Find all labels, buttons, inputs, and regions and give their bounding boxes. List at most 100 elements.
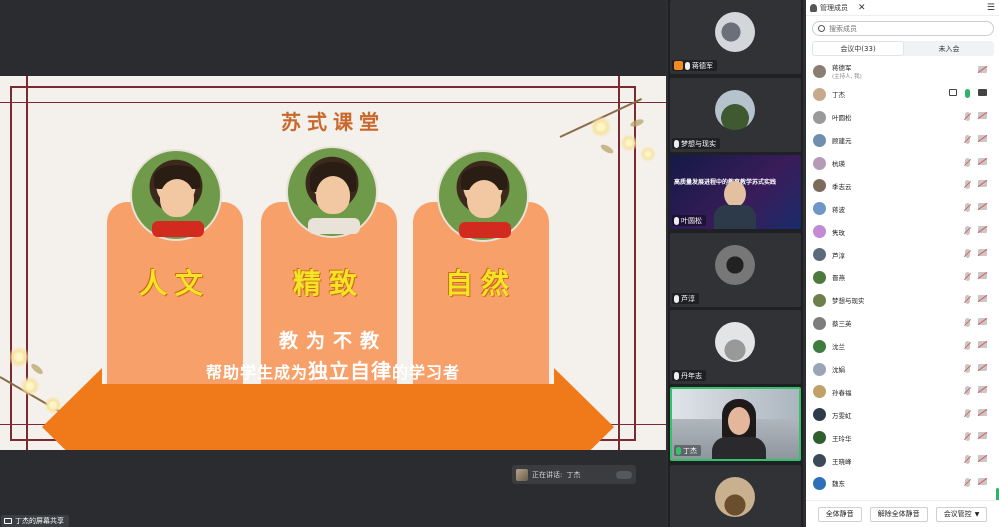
mic-muted-icon[interactable] [965, 203, 970, 213]
mic-muted-icon[interactable] [965, 157, 970, 167]
member-row[interactable]: 万雯虹 [806, 403, 999, 426]
avatar [813, 476, 826, 490]
mic-muted-icon[interactable] [965, 478, 970, 488]
member-name: 王玲华 [832, 434, 852, 443]
video-tile[interactable]: 高质量发展进程中的教育教学苏式实践 叶圆松 [670, 155, 801, 229]
mic-muted-icon[interactable] [965, 317, 970, 327]
member-name-block: 梦想与现实 [832, 295, 865, 305]
mic-muted-icon[interactable] [965, 294, 970, 304]
camera-off-icon[interactable] [978, 478, 987, 486]
member-row[interactable]: 晋燕 [806, 266, 999, 289]
video-tile[interactable]: 芦淳 [670, 233, 801, 307]
member-search[interactable] [812, 21, 994, 36]
mic-muted-icon[interactable] [965, 340, 970, 350]
camera-on-icon[interactable] [978, 88, 987, 96]
member-name-block: 叶圆松 [832, 112, 852, 122]
video-tile[interactable]: 丹年志 [670, 310, 801, 384]
slide-frame [10, 86, 12, 441]
member-row[interactable]: 顾建元 [806, 129, 999, 152]
host-icon [674, 61, 683, 70]
screen-share-icon [4, 518, 12, 524]
camera-off-icon[interactable] [978, 455, 987, 463]
camera-off-icon[interactable] [978, 134, 987, 142]
card-label: 人文 [138, 267, 211, 300]
panel-footer: 全体静音 解除全体静音 会议管控 ▼ [806, 500, 999, 527]
member-row[interactable]: 孙春福 [806, 380, 999, 403]
member-name: 万雯虹 [832, 411, 852, 420]
mic-muted-icon[interactable] [965, 226, 970, 236]
video-name: 梦想与现实 [681, 139, 716, 148]
presentation-slide: 苏式课堂 人文 精致 自然 教为不教 帮助学生成为独立自律的学习者 [0, 76, 666, 450]
tab-in-meeting[interactable]: 会议中(33) [812, 41, 904, 56]
camera-off-icon[interactable] [978, 272, 987, 280]
camera-off-icon[interactable] [978, 409, 987, 417]
camera-off-icon[interactable] [978, 386, 987, 394]
mic-muted-icon[interactable] [965, 111, 970, 121]
member-status-icons [965, 203, 987, 213]
mic-muted-icon[interactable] [965, 363, 970, 373]
close-icon[interactable]: ✕ [858, 3, 866, 13]
mic-muted-icon[interactable] [965, 409, 970, 419]
mic-muted-icon[interactable] [965, 249, 970, 259]
camera-off-icon[interactable] [978, 66, 987, 73]
mic-muted-icon[interactable] [965, 386, 970, 396]
video-tile[interactable] [670, 465, 801, 527]
member-name-block: 晋燕 [832, 272, 845, 282]
member-name-block: 王晓峰 [832, 456, 852, 466]
member-row[interactable]: 隽玫 [806, 220, 999, 243]
member-list: 蒋德军 (主持人, 我) 丁杰叶圆松顾建元 杭瑛 季志云 蒋波隽玫芦淳晋燕梦想与现实蔡三英… [806, 60, 999, 495]
member-row[interactable]: 蒋波 [806, 197, 999, 220]
member-row[interactable]: 沈兰 [806, 335, 999, 358]
member-name: 晋燕 [832, 274, 845, 283]
camera-off-icon[interactable] [978, 180, 987, 188]
camera-off-icon[interactable] [978, 203, 987, 211]
menu-icon[interactable]: ☰ [987, 3, 995, 13]
member-row[interactable]: 杭瑛 [806, 152, 999, 175]
mic-muted-icon[interactable] [965, 180, 970, 190]
search-input[interactable] [829, 24, 979, 33]
member-row[interactable]: 丁杰 [806, 83, 999, 106]
member-row[interactable]: 沈娟 [806, 358, 999, 381]
member-row[interactable]: 梦想与现实 [806, 289, 999, 312]
camera-off-icon[interactable] [978, 226, 987, 234]
video-tile[interactable]: 蒋德军 [670, 0, 801, 74]
member-status-icons [965, 111, 987, 121]
video-tile-active[interactable]: 丁杰 [670, 387, 801, 461]
member-row[interactable]: 魏东 [806, 472, 999, 495]
member-name-block: 万雯虹 [832, 410, 852, 420]
avatar [813, 248, 826, 262]
camera-off-icon[interactable] [978, 363, 987, 371]
camera-off-icon[interactable] [978, 157, 987, 165]
member-name: 丁杰 [832, 91, 845, 100]
video-name: 丹年志 [681, 371, 702, 380]
avatar [813, 385, 826, 399]
mic-muted-icon[interactable] [965, 134, 970, 144]
member-row[interactable]: 季志云 [806, 174, 999, 197]
camera-off-icon[interactable] [978, 294, 987, 302]
unmute-all-button[interactable]: 解除全体静音 [869, 506, 928, 522]
mute-all-button[interactable]: 全体静音 [817, 506, 862, 522]
screen-share-icon [949, 88, 957, 96]
member-row[interactable]: 芦淳 [806, 243, 999, 266]
member-row[interactable]: 王玲华 [806, 426, 999, 449]
member-row[interactable]: 蔡三英 [806, 312, 999, 335]
member-row[interactable]: 蒋德军 (主持人, 我) [806, 60, 999, 83]
member-row[interactable]: 王晓峰 [806, 449, 999, 472]
tab-not-joined[interactable]: 未入会 [904, 41, 994, 56]
mic-on-icon[interactable] [965, 88, 970, 98]
member-name-block: 隽玫 [832, 227, 845, 237]
mic-muted-icon[interactable] [965, 272, 970, 282]
camera-off-icon[interactable] [978, 340, 987, 348]
camera-off-icon[interactable] [978, 249, 987, 257]
mic-muted-icon[interactable] [965, 455, 970, 465]
card-label: 自然 [444, 267, 517, 300]
camera-off-icon[interactable] [978, 432, 987, 440]
member-row[interactable]: 叶圆松 [806, 106, 999, 129]
mic-muted-icon[interactable] [965, 432, 970, 442]
meeting-control-button[interactable]: 会议管控 ▼ [935, 506, 988, 522]
camera-off-icon[interactable] [978, 111, 987, 119]
screen-share-badge[interactable]: 丁杰的屏幕共享 [1, 515, 69, 527]
camera-off-icon[interactable] [978, 317, 987, 325]
video-tile[interactable]: 梦想与现实 [670, 78, 801, 152]
avatar [813, 156, 826, 170]
